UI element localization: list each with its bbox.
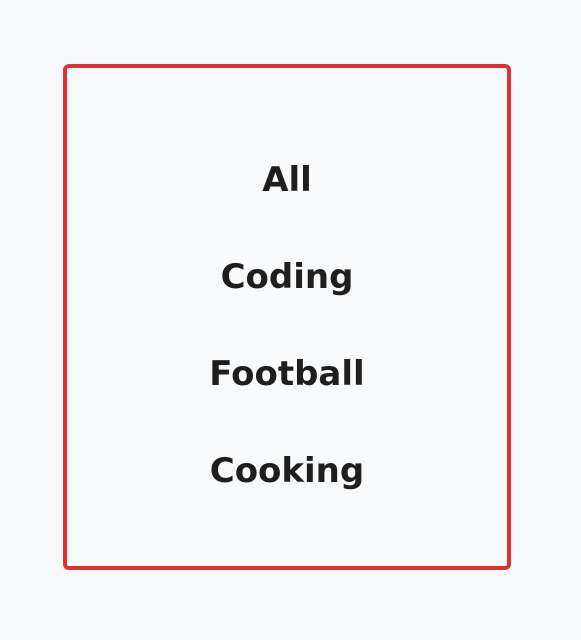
menu-item-all[interactable]: All <box>67 160 507 200</box>
menu-item-coding[interactable]: Coding <box>67 257 507 297</box>
category-menu: All Coding Football Cooking <box>63 64 511 570</box>
menu-item-cooking[interactable]: Cooking <box>67 451 507 491</box>
menu-item-football[interactable]: Football <box>67 354 507 394</box>
